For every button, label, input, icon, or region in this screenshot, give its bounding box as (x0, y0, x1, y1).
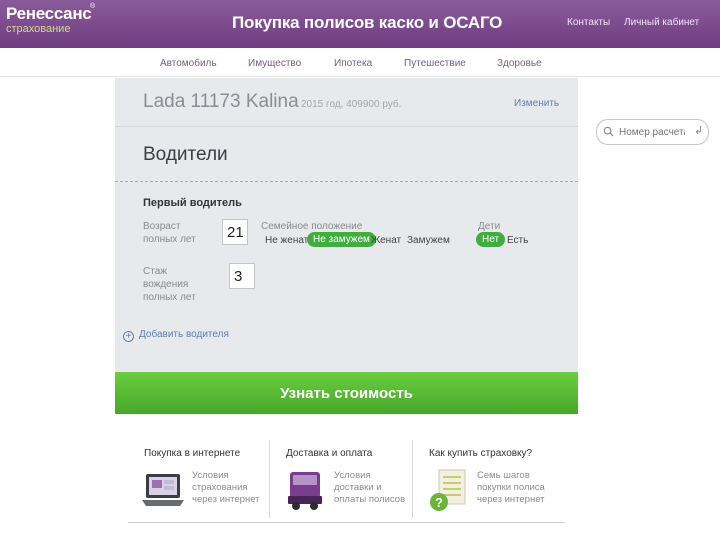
enter-icon[interactable]: ↲ (694, 124, 703, 137)
family-option-not-married-m[interactable]: Не женат (265, 235, 308, 246)
calculator-panel: Lada 11173 Kalina 2015 год, 409900 руб. … (115, 78, 578, 414)
car-title: Lada 11173 Kalina (143, 91, 299, 112)
info-title: Доставка и оплата (286, 448, 373, 459)
document-question-icon: ? (430, 469, 466, 511)
brand-subtitle: страхование (6, 23, 71, 35)
svg-text:?: ? (435, 495, 443, 510)
page-title: Покупка полисов каско и ОСАГО (232, 13, 503, 32)
kids-option-yes[interactable]: Есть (507, 235, 528, 246)
info-desc: Условия страхования через интернет (192, 470, 260, 505)
nav-item-health[interactable]: Здоровье (497, 58, 542, 69)
calc-number-input[interactable] (619, 124, 685, 140)
age-label: Возраст полных лет (143, 221, 196, 245)
info-desc: Условия доставки и оплаты полисов (334, 470, 406, 505)
car-summary: Lada 11173 Kalina 2015 год, 409900 руб. … (115, 78, 578, 127)
section-title: Водители (143, 144, 228, 165)
nav-item-property[interactable]: Имущество (248, 58, 301, 69)
get-price-button[interactable]: Узнать стоимость (115, 372, 578, 414)
add-driver-label: Добавить водителя (139, 329, 229, 340)
experience-label: Стаж вождения полных лет (143, 266, 196, 303)
experience-input[interactable]: 3 (229, 263, 255, 289)
brand-name: Ренессанс (6, 4, 92, 23)
info-blocks: Покупка в интернете Условия страхования … (128, 440, 565, 523)
top-header: Ренессанс страхование ® Покупка полисов … (0, 0, 720, 48)
section-divider (115, 181, 578, 182)
category-nav: Автомобиль Имущество Ипотека Путешествие… (0, 48, 720, 77)
age-input[interactable]: 21 (222, 219, 248, 245)
info-online-purchase[interactable]: Покупка в интернете Условия страхования … (128, 440, 268, 518)
info-title: Как купить страховку? (429, 448, 533, 459)
info-desc: Семь шагов покупки полиса через интернет (477, 470, 545, 505)
add-driver-link[interactable]: + Добавить водителя (123, 329, 229, 342)
contacts-link[interactable]: Контакты (567, 17, 610, 28)
truck-icon (288, 472, 322, 510)
family-option-married-m[interactable]: Женат (371, 235, 401, 246)
plus-icon: + (123, 331, 134, 342)
kids-option-no[interactable]: Нет (476, 232, 506, 247)
calc-number-search: ↲ (596, 119, 709, 145)
family-option-married-f[interactable]: Замужем (407, 235, 450, 246)
change-car-link[interactable]: Изменить (514, 98, 559, 109)
car-meta: 2015 год, 409900 руб. (301, 99, 402, 110)
driver-title: Первый водитель (143, 197, 242, 209)
nav-item-mortgage[interactable]: Ипотека (334, 58, 372, 69)
laptop-icon (142, 474, 184, 506)
registered-mark: ® (90, 3, 96, 10)
info-how-to-buy[interactable]: Как купить страховку? ? Семь шагов покуп… (413, 440, 553, 518)
account-link[interactable]: Личный кабинет (624, 17, 699, 28)
brand-logo[interactable]: Ренессанс страхование ® (6, 3, 95, 35)
nav-item-travel[interactable]: Путешествие (404, 58, 466, 69)
search-icon (603, 126, 614, 137)
family-option-not-married-f[interactable]: Не замужем (307, 232, 376, 247)
nav-item-car[interactable]: Автомобиль (160, 58, 217, 69)
info-title: Покупка в интернете (144, 448, 241, 459)
info-delivery[interactable]: Доставка и оплата Условия доставки и опл… (270, 440, 410, 518)
